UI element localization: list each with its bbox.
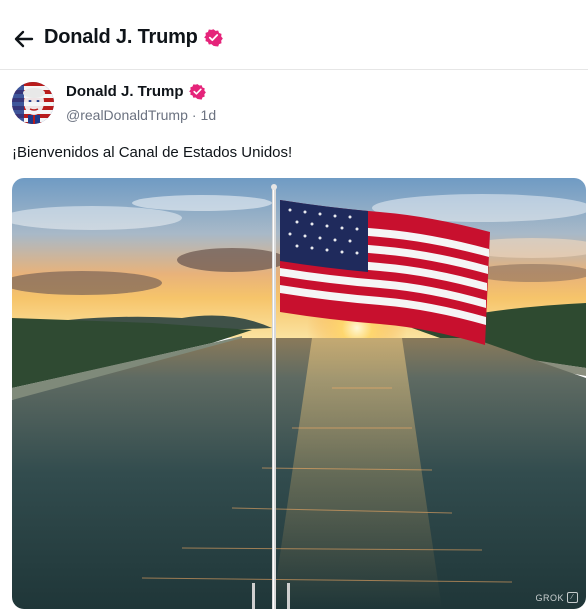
back-button[interactable] <box>10 25 38 53</box>
avatar-image <box>12 82 54 124</box>
author-name[interactable]: Donald J. Trump <box>66 83 184 100</box>
arrow-left-icon <box>14 30 34 48</box>
header-title: Donald J. Trump <box>44 26 223 49</box>
post: Donald J. Trump @realDonaldTrump · 1d ¡B… <box>0 70 588 609</box>
profile-header: Donald J. Trump <box>0 0 588 70</box>
grok-watermark-text: GROK <box>535 592 564 603</box>
post-media[interactable]: GROK ⁄ <box>12 178 586 609</box>
grok-watermark: GROK ⁄ <box>535 592 578 603</box>
header-title-text: Donald J. Trump <box>44 26 198 48</box>
post-image <box>12 178 586 609</box>
meta-separator: · <box>191 107 197 123</box>
verified-badge-icon <box>203 29 223 47</box>
post-text: ¡Bienvenidos al Canal de Estados Unidos! <box>12 144 293 161</box>
author-row: Donald J. Trump <box>66 83 206 100</box>
post-timestamp[interactable]: 1d <box>201 107 217 123</box>
handle-row: @realDonaldTrump · 1d <box>66 107 216 123</box>
author-handle[interactable]: @realDonaldTrump <box>66 107 188 123</box>
verified-badge-icon <box>188 84 206 100</box>
avatar[interactable] <box>12 82 54 124</box>
grok-logo-icon: ⁄ <box>567 592 578 603</box>
